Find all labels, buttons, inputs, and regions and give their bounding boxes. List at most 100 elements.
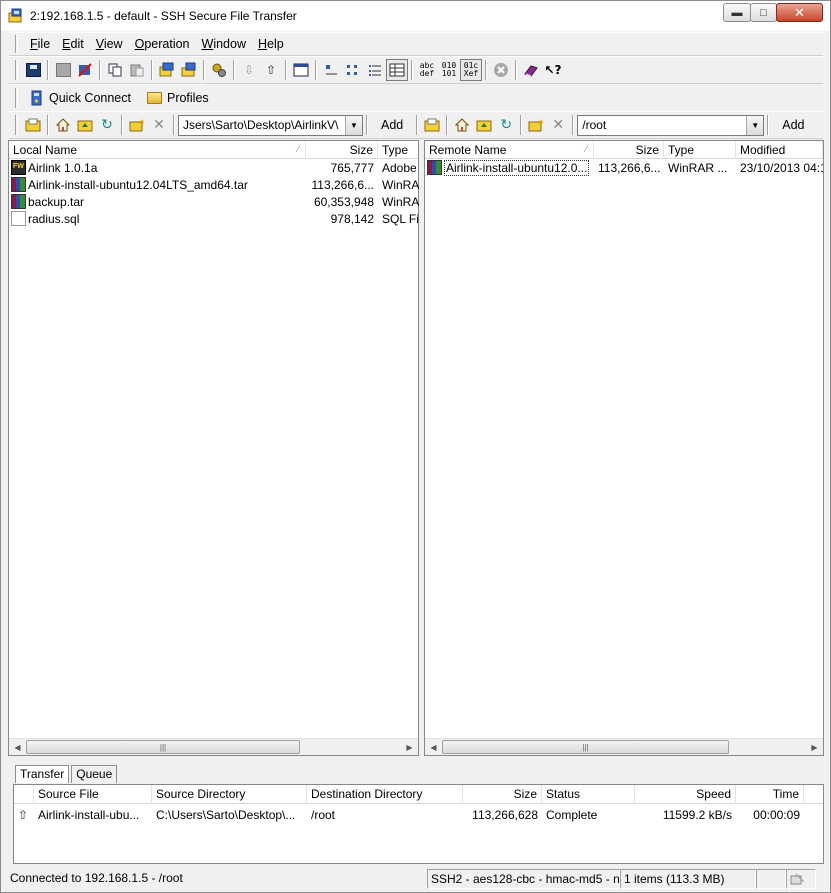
save-icon <box>25 63 41 77</box>
speed-column-header[interactable]: Speed <box>635 785 736 804</box>
transfer-size-column-header[interactable]: Size <box>463 785 542 804</box>
list-item[interactable]: backup.tar 60,353,948 WinRAR <box>9 193 420 210</box>
save-button[interactable] <box>22 59 44 81</box>
remote-type-column-header[interactable]: Type <box>664 141 736 159</box>
paste-icon <box>130 64 144 77</box>
upload-button[interactable]: ⇧ <box>260 59 282 81</box>
chevron-down-icon[interactable]: ▼ <box>746 115 764 135</box>
remote-file-pane[interactable]: Remote Name ⁄ Size Type Modified Airlink… <box>424 140 824 756</box>
large-icons-view-icon <box>326 65 337 75</box>
table-row[interactable]: ⇧ Airlink-install-ubu... C:\Users\Sarto\… <box>14 805 823 825</box>
binary-mode-button[interactable]: 010 101 <box>438 59 460 81</box>
scroll-left-icon[interactable]: ◀ <box>425 739 442 756</box>
details-view-button[interactable] <box>386 59 408 81</box>
menu-file[interactable]: File <box>24 35 56 53</box>
list-view-button[interactable] <box>364 59 386 81</box>
remote-add-button[interactable]: Add <box>772 114 814 136</box>
download-button[interactable]: ⇩ <box>238 59 260 81</box>
paste-button[interactable] <box>126 59 148 81</box>
toolbar-grip[interactable] <box>15 88 18 108</box>
local-file-pane[interactable]: Local Name ⁄ Size Type Airlink 1.0.1a 76… <box>8 140 420 756</box>
scroll-left-icon[interactable]: ◀ <box>9 739 26 756</box>
local-name-column-header[interactable]: Local Name ⁄ <box>9 141 306 159</box>
menu-window[interactable]: Window <box>196 35 252 53</box>
local-parent-folder-button[interactable] <box>74 114 96 136</box>
list-item[interactable]: Airlink-install-ubuntu12.0... 113,266,6.… <box>425 159 823 176</box>
remote-new-folder-button[interactable] <box>525 114 547 136</box>
source-file-column-header[interactable]: Source File <box>34 785 152 804</box>
remote-horizontal-scrollbar[interactable]: ◀ ||| ▶ <box>425 738 823 755</box>
remote-modified-column-header[interactable]: Modified <box>736 141 823 159</box>
tab-transfer[interactable]: Transfer <box>15 765 70 783</box>
source-directory-column-header[interactable]: Source Directory <box>152 785 307 804</box>
list-item[interactable]: Airlink 1.0.1a 765,777 Adobe <box>9 159 418 176</box>
local-home-button[interactable] <box>52 114 74 136</box>
local-up-folder-button[interactable] <box>22 114 44 136</box>
help-book-button[interactable] <box>520 59 542 81</box>
ascii-mode-button[interactable]: abc def <box>416 59 438 81</box>
status-bar: Connected to 192.168.1.5 - /root SSH2 - … <box>1 867 830 891</box>
time-column-header[interactable]: Time <box>736 785 804 804</box>
menu-help[interactable]: Help <box>252 35 290 53</box>
local-new-folder-button[interactable] <box>126 114 148 136</box>
toolbar-grip[interactable] <box>15 60 18 80</box>
column-label: Remote Name <box>429 143 507 157</box>
context-help-button[interactable]: ↖? <box>542 59 564 81</box>
folder-up-icon <box>25 118 41 132</box>
remote-parent-folder-button[interactable] <box>473 114 495 136</box>
print-button[interactable] <box>52 59 74 81</box>
show-tree-button[interactable] <box>290 59 312 81</box>
large-icons-button[interactable] <box>320 59 342 81</box>
chevron-down-icon[interactable]: ▼ <box>345 115 362 135</box>
local-refresh-button[interactable]: ↻ <box>96 114 118 136</box>
toolbar-grip[interactable] <box>15 115 18 135</box>
maximize-button[interactable]: □ <box>750 3 777 22</box>
direction-column-header[interactable] <box>14 785 34 804</box>
menu-edit[interactable]: Edit <box>56 35 90 53</box>
menu-grip[interactable] <box>15 35 18 53</box>
disconnect-button[interactable] <box>74 59 96 81</box>
local-path-combo[interactable]: Jsers\Sarto\Desktop\AirlinkV\ ▼ <box>178 114 363 136</box>
tab-queue[interactable]: Queue <box>71 765 118 783</box>
copy-button[interactable] <box>104 59 126 81</box>
new-connection-button[interactable] <box>156 59 178 81</box>
list-item[interactable]: Airlink-install-ubuntu12.04LTS_amd64.tar… <box>9 176 420 193</box>
local-horizontal-scrollbar[interactable]: ◀ ||| ▶ <box>9 738 418 755</box>
list-item[interactable]: radius.sql 978,142 SQL File <box>9 210 420 227</box>
profiles-button[interactable]: Profiles <box>139 86 217 110</box>
new-file-transfer-button[interactable] <box>178 59 200 81</box>
remote-name-column-header[interactable]: Remote Name ⁄ <box>425 141 594 159</box>
local-delete-button[interactable]: ✕ <box>148 114 170 136</box>
auto-mode-button[interactable]: 01c Xef <box>460 59 482 81</box>
scroll-thumb[interactable]: ||| <box>442 740 729 754</box>
stop-button[interactable] <box>490 59 512 81</box>
remote-home-button[interactable] <box>451 114 473 136</box>
quick-connect-label: Quick Connect <box>49 91 131 105</box>
menu-view[interactable]: View <box>90 35 129 53</box>
quick-connect-button[interactable]: Quick Connect <box>22 86 139 110</box>
stop-icon <box>494 63 508 77</box>
menu-operation[interactable]: Operation <box>129 35 196 53</box>
local-type-column-header[interactable]: Type <box>378 141 420 159</box>
remote-delete-button[interactable]: ✕ <box>547 114 569 136</box>
scroll-thumb[interactable]: ||| <box>26 740 300 754</box>
settings-button[interactable] <box>208 59 230 81</box>
remote-path-value: /root <box>582 118 607 132</box>
remote-up-folder-button[interactable] <box>421 114 443 136</box>
remote-size-column-header[interactable]: Size <box>594 141 664 159</box>
quick-connect-icon <box>31 90 42 106</box>
scroll-right-icon[interactable]: ▶ <box>806 739 823 756</box>
local-size-column-header[interactable]: Size <box>306 141 378 159</box>
scroll-right-icon[interactable]: ▶ <box>401 739 418 756</box>
status-column-header[interactable]: Status <box>542 785 635 804</box>
transfer-list[interactable]: Source File Source Directory Destination… <box>13 784 824 864</box>
close-button[interactable]: ✕ <box>776 3 823 22</box>
refresh-icon: ↻ <box>500 117 513 133</box>
local-add-button[interactable]: Add <box>371 114 413 136</box>
remote-refresh-button[interactable]: ↻ <box>495 114 517 136</box>
direction-cell: ⇧ <box>14 808 34 822</box>
small-icons-button[interactable] <box>342 59 364 81</box>
minimize-button[interactable]: ▬ <box>723 3 751 22</box>
destination-directory-column-header[interactable]: Destination Directory <box>307 785 463 804</box>
remote-path-combo[interactable]: /root ▼ <box>577 114 765 136</box>
